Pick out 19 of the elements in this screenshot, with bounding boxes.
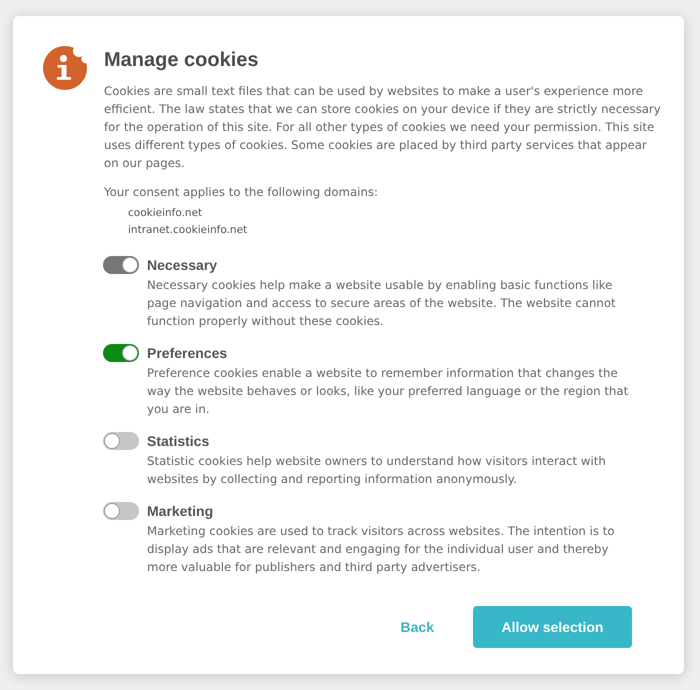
toggle-switch[interactable] [103,502,139,520]
domain-text: intranet.cookieinfo.net [128,224,248,236]
intro-paragraph: Cookies are small text files that can be used by websites to make a user's experience more efficient. The law states that we can store cookies on your device if they are strictly necessary for the operation of this site. For all other types of cookies we need your permission. This site uses different types of cookies. Some cookies are placed by third party services that appear on our pages. [104,83,662,172]
category-name: Statistics [147,433,210,449]
category-description: Statistic cookies help website owners to understand how visitors interact with websites by collecting and reporting information anonymously. [147,453,607,488]
consent-label: Your consent applies to the following domains: [104,184,379,201]
category-name: Necessary [147,257,218,273]
category-description: Marketing cookies are used to track visitors across websites. The intention is to display ads that are relevant and engaging for the individual user and thereby more valuable for publishers and third party advertisers. [147,523,616,576]
dialog-title: Manage cookies [104,48,260,72]
category-description: Necessary cookies help make a website usable by enabling basic functions like page navigation and access to secure areas of the website. The website cannot function properly without these cookies. [147,277,617,330]
category-name: Marketing [147,503,214,519]
allow-selection-button[interactable]: Allow selection [473,606,632,648]
category-name: Preferences [147,345,228,361]
category-description: Preference cookies enable a website to remember information that changes the way the website behaves or looks, like your preferred language or the region that you are in. [147,365,630,418]
toggle-switch[interactable] [103,432,139,450]
cookie-info-icon [43,46,87,90]
toggle-switch[interactable] [103,344,139,362]
domain-text: cookieinfo.net [128,207,202,219]
back-link[interactable]: Back [388,613,446,641]
